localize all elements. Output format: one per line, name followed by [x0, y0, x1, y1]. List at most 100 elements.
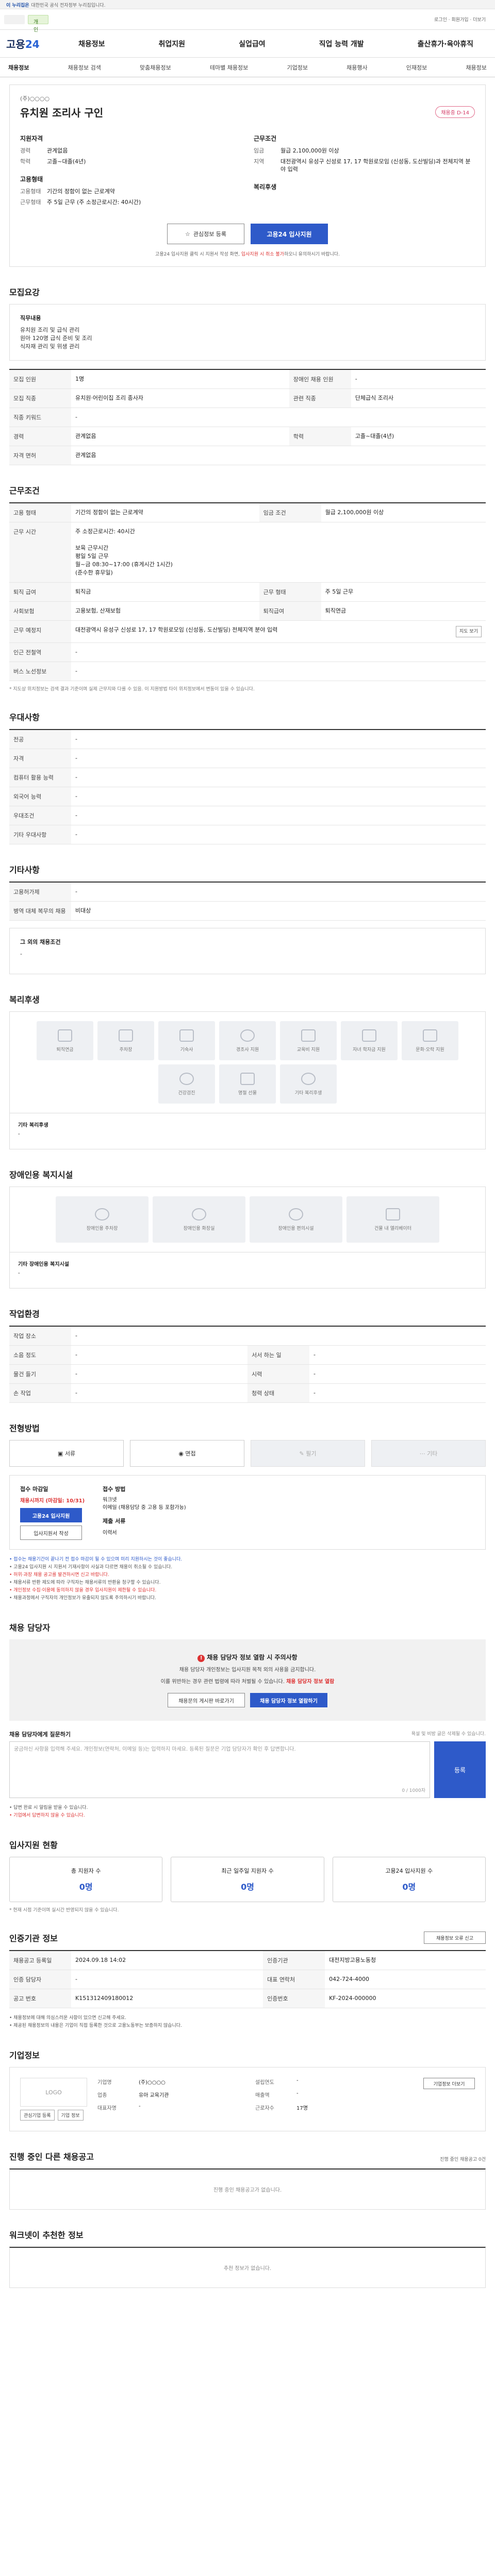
subnav-item-2[interactable]: 맞춤채용정보	[140, 63, 171, 72]
cell-val: K151312409180012	[71, 1989, 263, 2008]
qa-bullets: 답변 완료 시 알림을 받을 수 있습니다. 기업에서 답변하지 않을 수 있습…	[9, 1804, 486, 1820]
save-interest-button[interactable]: ☆ 관심정보 등록	[167, 224, 244, 244]
star-icon: ☆	[185, 230, 190, 238]
apply-way-title: 접수 방법	[103, 1486, 126, 1493]
stat-value: 0명	[79, 1882, 93, 1892]
disabled-etc-title: 기타 장애인용 복지시설	[18, 1262, 69, 1267]
info-heading: 인증기관 정보	[9, 1934, 58, 1943]
welfare-item: 문화·오락 지원	[402, 1021, 458, 1060]
subnav-item-4[interactable]: 기업정보	[287, 63, 307, 72]
table-row: 작업 장소 -	[9, 1326, 486, 1346]
welfare-item: 자녀 학자금 지원	[341, 1021, 398, 1060]
company-info-button[interactable]: 기업 정보	[57, 2110, 84, 2121]
disabled-etc-text: -	[18, 1270, 20, 1276]
apply-now-button[interactable]: 고용24 입사지원	[20, 1508, 82, 1522]
cell-key: 근무 예정지	[9, 620, 71, 643]
subnav-item-3[interactable]: 테마별 채용정보	[210, 63, 248, 72]
company-name[interactable]: (주)○○○○	[20, 94, 475, 103]
form-row: 고용형태 기간의 정함이 없는 근로계약	[20, 188, 241, 195]
work-table: 고용 형태 기간의 정함이 없는 근로계약 임금 조건 월급 2,100,000원 이…	[9, 502, 486, 681]
dormitory-icon	[179, 1029, 194, 1042]
cell-key: 인근 전철역	[9, 642, 71, 662]
table-row: 모집 인원 1명 장애인 채용 인원 -	[9, 369, 486, 389]
apply-way: 접수 방법 워크넷 이메일 (채용담당 중 고용 등 포함가능) 제출 서류 이…	[103, 1485, 186, 1540]
cell-val: -	[71, 1326, 486, 1346]
gnb-item-benefit[interactable]: 실업급여	[239, 39, 266, 49]
parking-icon	[119, 1029, 133, 1042]
cell-key: 병역 대체 복무의 채용	[9, 901, 71, 921]
stat-card: 고용24 입사지원 수 0명	[332, 1857, 486, 1902]
table-row: 사회보험 고용보험, 산재보험 퇴직급여 퇴직연금	[9, 601, 486, 621]
map-button[interactable]: 지도 보기	[456, 626, 482, 637]
gnb-item-training[interactable]: 직업 능력 개발	[319, 39, 364, 49]
cell-val: 관계없음	[71, 427, 289, 446]
table-row: 소음 정도 - 서서 하는 일-	[9, 1345, 486, 1365]
view-manager-button[interactable]: 채용 담당자 정보 열람하기	[250, 1693, 327, 1707]
cell-key: 퇴직급여	[259, 601, 321, 621]
gnb-item-jobs[interactable]: 채용정보	[78, 39, 105, 49]
manager-p1: 채용 담당자 개인정보는 입사지원 목적 외의 사용을 금지합니다.	[179, 1667, 316, 1673]
site-logo[interactable]: 고용24	[6, 36, 78, 51]
save-interest-label: 관심정보 등록	[193, 231, 227, 238]
topbar-user-links[interactable]: 로그인 · 회원가입 · 더보기	[429, 14, 491, 25]
char-count: 0 / 1000자	[402, 1788, 425, 1793]
form-val: 기간의 정함이 없는 근로계약	[47, 188, 115, 195]
apply-bullets: 접수는 채용기간이 끝나기 전 접수 마감이 될 수 있으며 미리 지원하시는 …	[9, 1556, 486, 1602]
cell-key: 장애인 채용 인원	[289, 369, 351, 389]
recommend-empty: 추천 정보가 없습니다.	[9, 2247, 486, 2288]
cell-val: -	[71, 882, 486, 902]
welfare-label: 건강검진	[178, 1090, 195, 1096]
other-table: 고용허가제 - 병역 대체 복무의 채용 비대상	[9, 882, 486, 921]
welfare-label: 교육비 지원	[296, 1047, 320, 1053]
cell-val: -	[71, 408, 486, 427]
summary-left: 지원자격 경력 관계없음 학력 고졸~대졸(4년) 고용형태 고용형태 기간의 정함이…	[20, 134, 241, 209]
topbar-placeholder[interactable]	[4, 14, 25, 24]
topbar-tab-personal[interactable]: 개인	[28, 14, 48, 33]
qa-title: 채용 담당자에게 질문하기	[9, 1731, 71, 1738]
cell-val: 기간의 정함이 없는 근로계약	[71, 503, 259, 522]
cell-key: 모집 인원	[9, 369, 71, 389]
logo-main: 고용	[6, 38, 25, 50]
apply-bullet: 개인정보 수집·이용에 동의하지 않을 경우 입사지원이 제한될 수 있습니다.	[9, 1587, 486, 1595]
subnav-item-6[interactable]: 인재정보	[406, 63, 427, 72]
qual-val: 관계없음	[47, 147, 68, 154]
cond-key: 지역	[254, 158, 265, 165]
welfare-item: 퇴직연금	[37, 1021, 93, 1060]
form-val: 주 5일 근무 (주 소정근로시간: 40시간)	[47, 199, 141, 206]
table-row: 근무 시간 주 소정근로시간: 40시간 보육 근무시간 평일 5일 근무 월~금…	[9, 522, 486, 583]
question-submit-button[interactable]: 등록	[434, 1741, 486, 1798]
qual-key: 학력	[20, 158, 31, 165]
duty-title: 직무내용	[20, 315, 41, 321]
cell-key: 직종 키워드	[9, 408, 71, 427]
gnb-item-support[interactable]: 취업지원	[159, 39, 186, 49]
report-error-button[interactable]: 채용정보 오류 신고	[424, 1931, 486, 1944]
cell-val: 퇴직금	[71, 582, 259, 602]
restroom-icon	[192, 1208, 206, 1221]
apply-button[interactable]: 고용24 입사지원	[251, 224, 328, 244]
biz-key: 업종	[97, 2093, 107, 2098]
subnav-item-5[interactable]: 채용행사	[346, 63, 367, 72]
welfare-icons: 퇴직연금 주차장 기숙사 경조사 지원 교육비 지원 자녀 학자금 지원 문화·…	[9, 1011, 486, 1113]
disabled-item: 건물 내 엘리베이터	[346, 1196, 439, 1243]
write-resume-button[interactable]: 입사지원서 작성	[20, 1526, 82, 1540]
table-row: 고용허가제 -	[9, 882, 486, 902]
cell-val: -	[71, 730, 486, 749]
recommend-heading: 워크넷이 추천한 정보	[9, 2230, 84, 2240]
cell-val: -	[71, 662, 486, 681]
table-row: 모집 직종 유치원·어린이집 조리 종사자 관련 직종 단체급식 조리사	[9, 388, 486, 408]
qa-board-button[interactable]: 채용문의 게시판 바로가기	[168, 1693, 245, 1707]
follow-company-button[interactable]: 관심기업 등록	[20, 2110, 55, 2121]
table-row: 채용공고 등록일 2024.09.18 14:02 인증기관 대전지방고용노동청	[9, 1951, 486, 1970]
env-heading: 작업환경	[9, 1309, 40, 1319]
subnav-item-0[interactable]: 채용정보	[8, 63, 29, 72]
subnav-item-1[interactable]: 채용정보 검색	[68, 63, 101, 72]
form-heading: 고용형태	[20, 176, 43, 183]
cond-row: 지역 대전광역시 유성구 신성로 17, 17 학원로모임 (신성동, 도산빌딩)…	[254, 158, 475, 173]
stat-card: 최근 일주일 지원자 수 0명	[171, 1857, 324, 1902]
question-textarea[interactable]: 궁금하신 사항을 입력해 주세요. 개인정보(연락처, 이메일 등)는 입력하지…	[9, 1741, 430, 1798]
interview-icon: ◉	[178, 1450, 186, 1457]
subnav-item-7[interactable]: 채용정보	[466, 63, 486, 72]
biz-more-button[interactable]: 기업정보 더보기	[423, 2078, 475, 2089]
gnb-item-leave[interactable]: 출산휴가·육아휴직	[418, 39, 473, 49]
cell-val: -	[71, 768, 486, 787]
